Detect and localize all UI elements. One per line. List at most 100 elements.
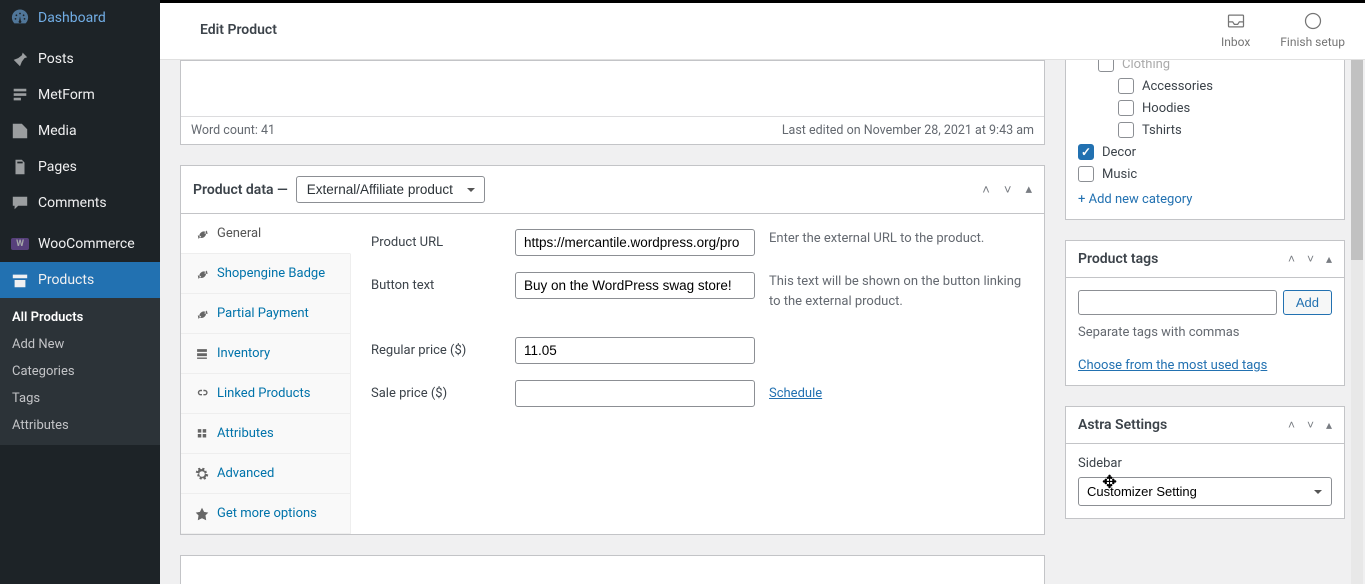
move-down-button[interactable]: ˅ [1004, 182, 1012, 198]
sidebar-item-metform[interactable]: MetForm [0, 77, 160, 113]
sidebar-label-products: Products [38, 272, 94, 288]
page-title: Edit Product [180, 22, 277, 38]
product-data-tabs: General Shopengine Badge Partial Payment… [181, 214, 351, 534]
move-down-button[interactable]: ˅ [1307, 418, 1314, 432]
pages-icon [10, 157, 30, 177]
tab-inventory[interactable]: Inventory [181, 334, 350, 374]
checkbox-checked[interactable] [1078, 144, 1094, 160]
sidebar-sub-all-products[interactable]: All Products [0, 304, 160, 331]
astra-settings-box: Astra Settings ˄ ˅ ▴ Sidebar Customizer Se… [1065, 406, 1345, 519]
product-url-description: Enter the external URL to the product. [769, 229, 1024, 249]
tab-label-shopengine: Shopengine Badge [217, 266, 325, 281]
gauge-icon [10, 8, 30, 28]
scrollbar-thumb[interactable] [1351, 60, 1363, 260]
product-categories-box: Clothing Accessories Hoodies Tshirts Dec… [1065, 60, 1345, 220]
tab-get-more[interactable]: Get more options [181, 494, 350, 534]
finish-setup-button[interactable]: Finish setup [1280, 11, 1345, 49]
sidebar-label-posts: Posts [38, 51, 74, 67]
product-type-select[interactable]: External/Affiliate product [296, 176, 485, 203]
tab-label-inventory: Inventory [217, 346, 270, 361]
sale-price-label: Sale price ($) [371, 380, 501, 401]
editor-body[interactable] [181, 61, 1044, 116]
tab-attributes[interactable]: Attributes [181, 414, 350, 454]
tab-advanced[interactable]: Advanced [181, 454, 350, 494]
sidebar-sub-add-new[interactable]: Add New [0, 331, 160, 358]
tag-note: Separate tags with commas [1078, 325, 1332, 340]
sidebar-item-woocommerce[interactable]: W WooCommerce [0, 226, 160, 262]
move-up-button[interactable]: ˄ [1288, 418, 1295, 432]
toggle-panel-button[interactable]: ▴ [1025, 182, 1032, 198]
pin-icon [10, 49, 30, 69]
category-tshirts[interactable]: Tshirts [1078, 122, 1332, 138]
sidebar-item-products[interactable]: Products [0, 262, 160, 298]
last-edited: Last edited on November 28, 2021 at 9:43… [782, 123, 1034, 138]
product-data-panel: Product URL Enter the external URL to th… [351, 214, 1044, 534]
sidebar-item-media[interactable]: Media [0, 113, 160, 149]
tab-general[interactable]: General [181, 214, 351, 254]
product-tags-title: Product tags [1078, 251, 1158, 267]
astra-settings-title: Astra Settings [1078, 417, 1167, 433]
tab-shopengine-badge[interactable]: Shopengine Badge [181, 254, 350, 294]
schedule-link[interactable]: Schedule [769, 380, 822, 401]
toggle-panel-button[interactable]: ▴ [1326, 252, 1332, 266]
admin-sidebar: Dashboard Posts MetForm Media Pages Comm… [0, 0, 160, 584]
product-data-box: Product data — External/Affiliate produc… [180, 165, 1045, 535]
inbox-label: Inbox [1221, 35, 1250, 49]
sidebar-sub-tags[interactable]: Tags [0, 385, 160, 412]
move-up-button[interactable]: ˄ [982, 182, 990, 198]
checkbox[interactable] [1118, 78, 1134, 94]
sidebar-item-comments[interactable]: Comments [0, 185, 160, 221]
button-text-label: Button text [371, 272, 501, 293]
archive-icon [10, 270, 30, 290]
sidebar-label-media: Media [38, 123, 77, 139]
category-hoodies[interactable]: Hoodies [1078, 100, 1332, 116]
tag-input[interactable] [1078, 290, 1277, 315]
word-count: Word count: 41 [191, 123, 275, 138]
comment-icon [10, 193, 30, 213]
toggle-panel-button[interactable]: ▴ [1326, 418, 1332, 432]
tab-linked-products[interactable]: Linked Products [181, 374, 350, 414]
inbox-button[interactable]: Inbox [1221, 11, 1250, 49]
move-down-button[interactable]: ˅ [1307, 252, 1314, 266]
tab-partial-payment[interactable]: Partial Payment [181, 294, 350, 334]
checkbox[interactable] [1118, 100, 1134, 116]
astra-sidebar-label: Sidebar [1078, 456, 1332, 471]
editor-status-bar: Word count: 41 Last edited on November 2… [181, 116, 1044, 144]
category-clothing[interactable]: Clothing [1078, 60, 1332, 72]
category-accessories[interactable]: Accessories [1078, 78, 1332, 94]
tab-label-getmore: Get more options [217, 506, 317, 521]
tab-label-advanced: Advanced [217, 466, 274, 481]
sidebar-label-pages: Pages [38, 159, 77, 175]
sale-price-input[interactable] [515, 380, 755, 407]
checkbox[interactable] [1098, 60, 1114, 72]
product-short-description-box [180, 555, 1045, 584]
button-text-input[interactable] [515, 272, 755, 299]
tab-label-partial: Partial Payment [217, 306, 309, 321]
choose-tags-link[interactable]: Choose from the most used tags [1078, 358, 1267, 373]
add-tag-button[interactable]: Add [1283, 290, 1332, 315]
sidebar-sub-categories[interactable]: Categories [0, 358, 160, 385]
category-decor[interactable]: Decor [1078, 144, 1332, 160]
tab-label-linked: Linked Products [217, 386, 310, 401]
add-new-category-link[interactable]: + Add new category [1078, 192, 1192, 207]
category-music[interactable]: Music [1078, 166, 1332, 182]
sidebar-item-posts[interactable]: Posts [0, 41, 160, 77]
regular-price-label: Regular price ($) [371, 337, 501, 358]
move-up-button[interactable]: ˄ [1288, 252, 1295, 266]
checkbox[interactable] [1118, 122, 1134, 138]
sidebar-item-pages[interactable]: Pages [0, 149, 160, 185]
sidebar-submenu-products: All Products Add New Categories Tags Att… [0, 298, 160, 445]
sidebar-label-metform: MetForm [38, 87, 95, 103]
tab-label-general: General [217, 226, 261, 241]
product-url-label: Product URL [371, 229, 501, 250]
inbox-icon [1226, 11, 1246, 31]
page-header: Edit Product Inbox Finish setup [160, 0, 1365, 60]
sidebar-item-dashboard[interactable]: Dashboard [0, 0, 160, 36]
content-editor: Word count: 41 Last edited on November 2… [180, 60, 1045, 145]
astra-sidebar-select[interactable]: Customizer Setting [1078, 477, 1332, 506]
regular-price-input[interactable] [515, 337, 755, 364]
sidebar-label-woocommerce: WooCommerce [38, 236, 135, 252]
checkbox[interactable] [1078, 166, 1094, 182]
product-url-input[interactable] [515, 229, 755, 256]
sidebar-sub-attributes[interactable]: Attributes [0, 412, 160, 439]
